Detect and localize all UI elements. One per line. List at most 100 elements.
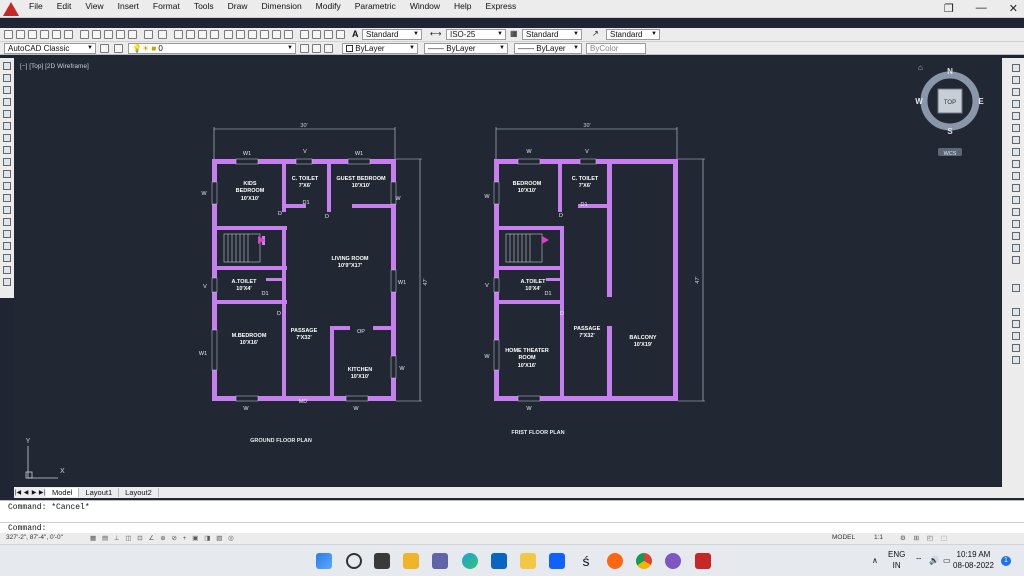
ground-room-atoilet: A.TOILET	[232, 279, 258, 285]
explode-icon[interactable]	[1012, 244, 1020, 252]
compass-w[interactable]: W	[915, 97, 923, 106]
break-icon[interactable]	[1012, 196, 1020, 204]
tag-v-top-first: V	[585, 149, 589, 155]
first-floor-title: FRIST FLOOR PLAN	[511, 430, 564, 436]
prev-tab-icon[interactable]: ◀	[22, 489, 30, 496]
join-icon[interactable]	[1012, 208, 1020, 216]
tag-v-left: V	[203, 284, 207, 290]
command-input[interactable]: Command:	[0, 522, 1024, 533]
compass-e[interactable]: E	[978, 97, 984, 106]
scale-icon[interactable]	[1012, 148, 1020, 156]
first-tab-icon[interactable]: |◀	[14, 489, 22, 496]
widgets-icon[interactable]	[403, 553, 419, 569]
move-icon[interactable]	[1012, 124, 1020, 132]
status-tray-icons[interactable]: ⚙ ⊞ ◰ ⬚	[900, 534, 950, 542]
trim-icon[interactable]	[1012, 172, 1020, 180]
first-room-ctoilet-size: 7'X6'	[579, 183, 592, 189]
dim-linear-icon[interactable]	[1012, 308, 1020, 316]
last-tab-icon[interactable]: ▶|	[38, 489, 46, 496]
chrome-profile-icon[interactable]	[665, 553, 681, 569]
tag-d1-first: D1	[580, 202, 587, 208]
chrome-icon[interactable]	[636, 553, 652, 569]
tag-w-right: W	[395, 196, 401, 202]
layout-tabs: |◀ ◀ ▶ ▶| Model Layout1 Layout2	[14, 487, 1002, 498]
tab-layout2[interactable]: Layout2	[119, 488, 159, 497]
search-icon[interactable]	[346, 553, 362, 569]
annotation-scale[interactable]: 1:1	[874, 534, 883, 541]
edge-icon[interactable]	[462, 553, 478, 569]
tag-w-kitchen: W	[399, 366, 405, 372]
model-space-toggle[interactable]: MODEL	[832, 534, 855, 541]
erase-icon[interactable]	[1012, 64, 1020, 72]
dim-radius-icon[interactable]	[1012, 332, 1020, 340]
clock[interactable]: 10:19 AM 08-08-2022	[953, 549, 994, 571]
dropbox-icon[interactable]	[549, 553, 565, 569]
ucs-menu-label: WCS	[944, 151, 957, 157]
first-room-ctoilet: C. TOILET	[572, 176, 599, 182]
ground-room-atoilet-size: 10'X4'	[236, 286, 252, 292]
vertical-scrollbar[interactable]	[1012, 284, 1020, 292]
tray-chevron-icon[interactable]: ∧	[872, 555, 878, 566]
volume-icon[interactable]: 🔊	[929, 555, 939, 566]
modify-toolbar	[1002, 58, 1024, 498]
fillet-icon[interactable]	[1012, 232, 1020, 240]
tag-d-passage-first: D	[560, 311, 564, 317]
ground-room-living-size: 10'9"X17'	[338, 263, 363, 269]
first-floor-plan: 30' 47' BEDROOM 10'X10' C. TOILET 7'X6' …	[484, 123, 705, 436]
tab-layout1[interactable]: Layout1	[79, 488, 120, 497]
dim-angular-icon[interactable]	[1012, 344, 1020, 352]
extend-icon[interactable]	[1012, 184, 1020, 192]
ucs-y-label: Y	[26, 438, 31, 445]
ground-staircase	[223, 233, 261, 263]
first-room-theater: HOME THEATER	[505, 348, 549, 354]
offset-icon[interactable]	[1012, 100, 1020, 108]
coordinates-readout[interactable]: 327'-2", 87'-4", 0'-0"	[6, 534, 63, 541]
drafting-toggles[interactable]: ▦ ▤ ⊥ ◫ ⊡ ∠ ⊕ ⊘ + ▣ ◨ ▧ ◎	[90, 534, 236, 542]
dim-baseline-icon[interactable]	[1012, 356, 1020, 364]
tag-w-top: W	[526, 149, 532, 155]
home-icon[interactable]: ⌂	[918, 63, 923, 72]
notification-badge[interactable]: 1	[1001, 556, 1011, 566]
compass-n[interactable]: N	[947, 67, 953, 76]
ground-room-mbed-size: 10'X16'	[240, 340, 259, 346]
first-room-atoilet: A.TOILET	[521, 279, 547, 285]
mail-icon[interactable]	[491, 553, 507, 569]
draworder-icon[interactable]	[1012, 256, 1020, 264]
tag-d-mbed: D	[277, 311, 281, 317]
copy-object-icon[interactable]	[1012, 76, 1020, 84]
autocad-taskbar-icon[interactable]	[695, 553, 711, 569]
compass-s[interactable]: S	[947, 127, 953, 136]
next-tab-icon[interactable]: ▶	[30, 489, 38, 496]
chamfer-icon[interactable]	[1012, 220, 1020, 228]
stretch-icon[interactable]	[1012, 160, 1020, 168]
mirror-icon[interactable]	[1012, 88, 1020, 96]
app-s-icon[interactable]: ś	[578, 553, 594, 569]
ground-room-kids: KIDS	[243, 181, 256, 187]
rotate-icon[interactable]	[1012, 136, 1020, 144]
array-icon[interactable]	[1012, 112, 1020, 120]
tag-w-bottom-2: W	[353, 406, 359, 412]
first-room-theater-2: ROOM	[518, 355, 536, 361]
battery-icon[interactable]: ▭	[943, 555, 951, 566]
tab-model[interactable]: Model	[46, 488, 80, 497]
task-view-icon[interactable]	[374, 553, 390, 569]
ground-room-ctoilet: C. TOILET	[292, 176, 319, 182]
firefox-icon[interactable]	[607, 553, 623, 569]
teams-icon[interactable]	[432, 553, 448, 569]
tag-md: MD	[299, 399, 308, 405]
ground-room-mbed: M.BEDROOM	[232, 333, 267, 339]
ucs-icon	[25, 446, 58, 479]
windows-start-icon[interactable]	[316, 553, 332, 569]
clock-date: 08-08-2022	[953, 561, 994, 570]
first-depth-dim: 47'	[695, 276, 701, 283]
ground-room-kids-2: BEDROOM	[236, 188, 265, 194]
wifi-icon[interactable]: ⌔	[915, 555, 923, 566]
tag-d-guest: D	[325, 214, 329, 220]
tag-d-first: D	[559, 213, 563, 219]
file-explorer-icon[interactable]	[520, 553, 536, 569]
viewcube[interactable]: TOP N S E W WCS ⌂	[915, 63, 984, 157]
dim-aligned-icon[interactable]	[1012, 320, 1020, 328]
language-indicator[interactable]: ENG IN	[888, 549, 905, 571]
ground-room-passage: PASSAGE	[291, 328, 318, 334]
ground-depth-dim: 47'	[423, 278, 429, 285]
